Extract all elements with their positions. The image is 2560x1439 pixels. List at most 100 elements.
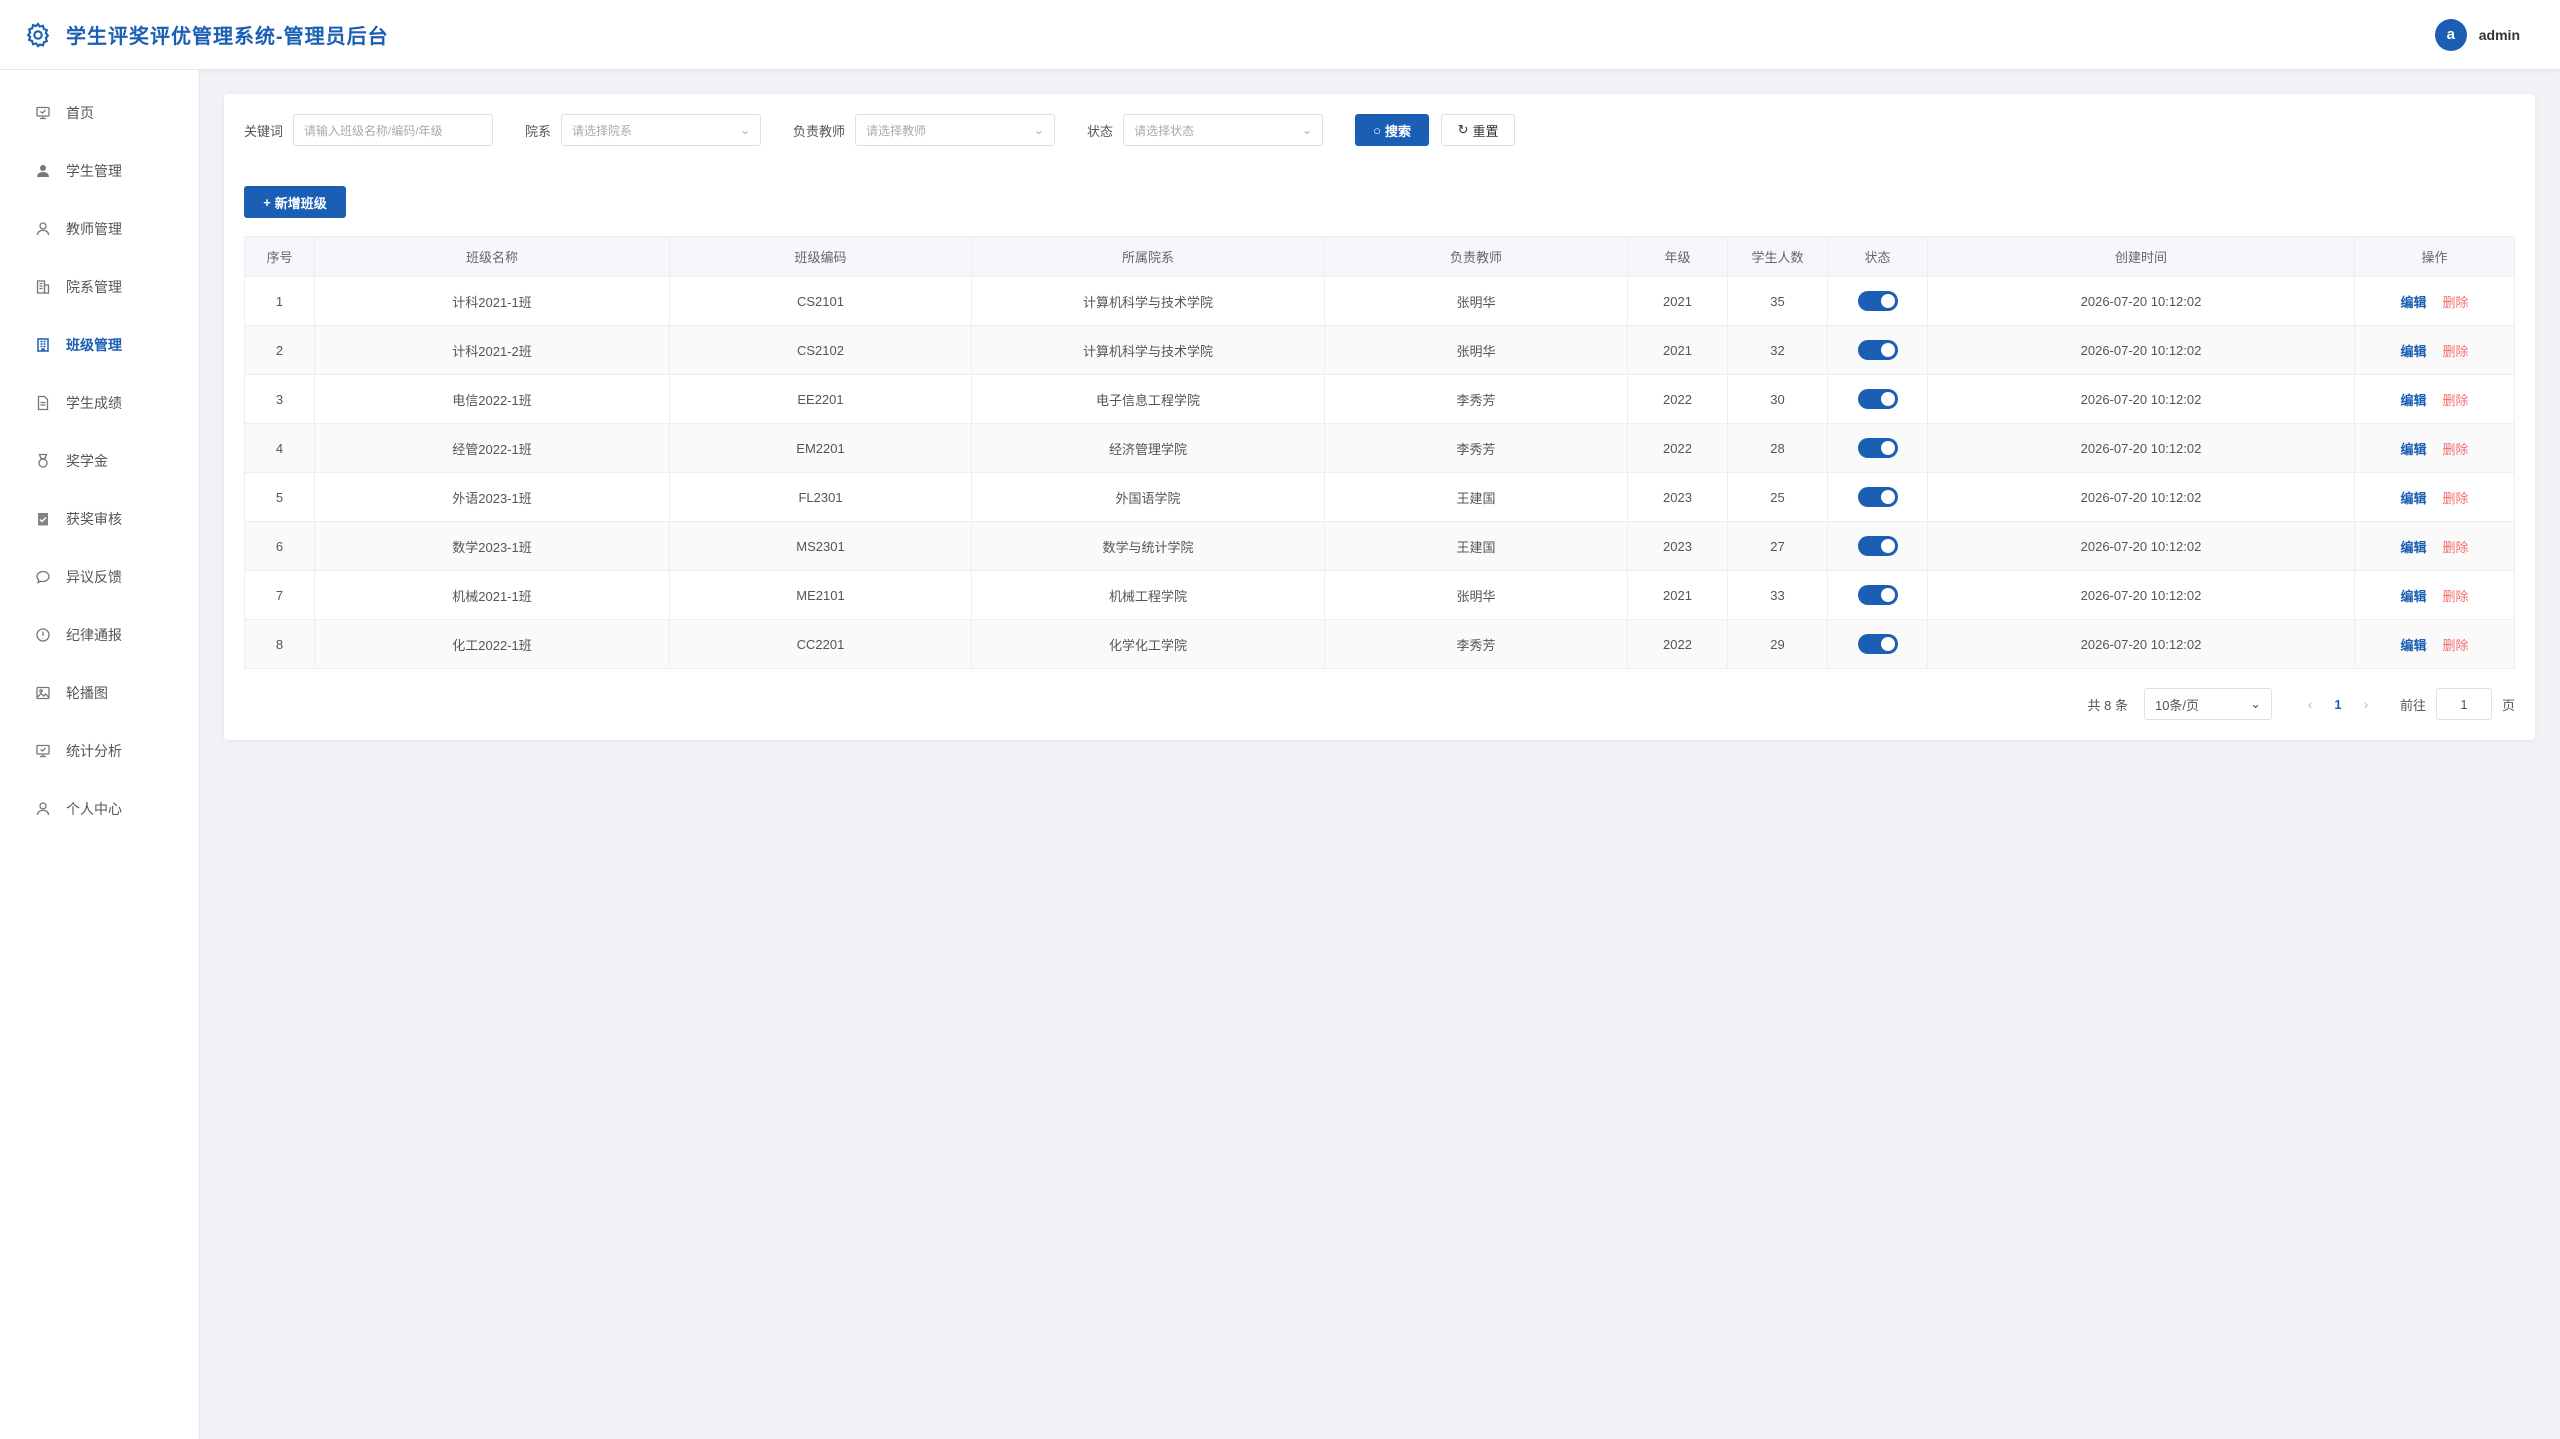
cell-created: 2026-07-20 10:12:02 [1927, 619, 2355, 669]
avatar[interactable]: a [2434, 18, 2467, 51]
status-toggle[interactable] [1857, 634, 1898, 654]
cell-status [1827, 374, 1928, 424]
prev-page-icon[interactable]: ‹ [2296, 696, 2324, 712]
cell-status [1827, 619, 1928, 669]
cell-teacher: 张明华 [1324, 276, 1628, 326]
cell-actions: 编辑 删除 [2354, 276, 2515, 326]
user-menu[interactable]: a admin [2434, 18, 2520, 51]
column-header: 所属院系 [971, 236, 1325, 277]
reset-button[interactable]: ↻ 重置 [1441, 114, 1516, 146]
refresh-icon: ↻ [1457, 122, 1469, 137]
sidebar-item-teachers[interactable]: 教师管理 [0, 200, 199, 258]
cell-count: 25 [1727, 472, 1828, 522]
status-toggle[interactable] [1857, 438, 1898, 458]
cell-actions: 编辑 删除 [2354, 374, 2515, 424]
delete-link[interactable]: 删除 [2443, 344, 2469, 359]
sidebar-item-home[interactable]: 首页 [0, 84, 199, 142]
status-toggle[interactable] [1857, 291, 1898, 311]
teacher-select[interactable]: 请选择教师 ⌄ [855, 114, 1056, 146]
sidebar-item-students[interactable]: 学生管理 [0, 142, 199, 200]
cell-actions: 编辑 删除 [2354, 619, 2515, 669]
cell-code: EM2201 [669, 423, 972, 473]
edit-link[interactable]: 编辑 [2400, 393, 2426, 408]
table-row: 7 机械2021-1班 ME2101 机械工程学院 张明华 2021 33 20… [244, 570, 2515, 620]
user-icon [34, 800, 52, 818]
cell-code: CC2201 [669, 619, 972, 669]
next-page-icon[interactable]: › [2352, 696, 2380, 712]
search-button[interactable]: ○ 搜索 [1355, 114, 1430, 146]
sidebar-item-scores[interactable]: 学生成绩 [0, 374, 199, 432]
edit-link[interactable]: 编辑 [2400, 540, 2426, 555]
cell-teacher: 李秀芳 [1324, 423, 1628, 473]
status-toggle[interactable] [1857, 389, 1898, 409]
username[interactable]: admin [2479, 27, 2520, 43]
filter-bar: 关键词 请输入班级名称/编码/年级 院系 请选择院系 ⌄ 负责教师 请选择教师 … [244, 114, 1516, 146]
sidebar-item-carousel[interactable]: 轮播图 [0, 664, 199, 722]
status-toggle[interactable] [1857, 536, 1898, 556]
status-select[interactable]: 请选择状态 ⌄ [1123, 114, 1324, 146]
sidebar-item-departments[interactable]: 院系管理 [0, 258, 199, 316]
table-row: 5 外语2023-1班 FL2301 外国语学院 王建国 2023 25 202… [244, 472, 2515, 522]
cell-grade: 2023 [1627, 521, 1728, 571]
goto-page-input[interactable] [2435, 688, 2492, 720]
edit-link[interactable]: 编辑 [2400, 344, 2426, 359]
cell-count: 30 [1727, 374, 1828, 424]
keyword-input[interactable]: 请输入班级名称/编码/年级 [293, 114, 494, 146]
cell-count: 27 [1727, 521, 1828, 571]
add-class-button[interactable]: + 新增班级 [244, 186, 346, 218]
cell-grade: 2022 [1627, 619, 1728, 669]
sidebar-item-label: 学生成绩 [66, 395, 122, 411]
edit-link[interactable]: 编辑 [2400, 442, 2426, 457]
edit-link[interactable]: 编辑 [2400, 638, 2426, 653]
cell-grade: 2022 [1627, 374, 1728, 424]
gear-icon [24, 21, 52, 49]
sidebar-item-feedback[interactable]: 异议反馈 [0, 548, 199, 606]
cell-grade: 2023 [1627, 472, 1728, 522]
delete-link[interactable]: 删除 [2443, 393, 2469, 408]
table-row: 1 计科2021-1班 CS2101 计算机科学与技术学院 张明华 2021 3… [244, 276, 2515, 326]
table-row: 8 化工2022-1班 CC2201 化学化工学院 李秀芳 2022 29 20… [244, 619, 2515, 669]
delete-link[interactable]: 删除 [2443, 295, 2469, 310]
cell-code: FL2301 [669, 472, 972, 522]
table-row: 3 电信2022-1班 EE2201 电子信息工程学院 李秀芳 2022 30 … [244, 374, 2515, 424]
status-toggle[interactable] [1857, 585, 1898, 605]
cell-code: CS2101 [669, 276, 972, 326]
edit-link[interactable]: 编辑 [2400, 589, 2426, 604]
brand: 学生评奖评优管理系统-管理员后台 [24, 20, 389, 49]
cell-created: 2026-07-20 10:12:02 [1927, 374, 2355, 424]
edit-link[interactable]: 编辑 [2400, 295, 2426, 310]
plus-icon: + [263, 194, 271, 210]
delete-link[interactable]: 删除 [2443, 589, 2469, 604]
status-toggle[interactable] [1857, 340, 1898, 360]
user-icon [34, 220, 52, 238]
cell-status [1827, 276, 1928, 326]
sidebar-item-statistics[interactable]: 统计分析 [0, 722, 199, 780]
sidebar-item-discipline[interactable]: 纪律通报 [0, 606, 199, 664]
sidebar-item-award-review[interactable]: 获奖审核 [0, 490, 199, 548]
sidebar-item-label: 异议反馈 [66, 569, 122, 585]
dept-select[interactable]: 请选择院系 ⌄ [561, 114, 762, 146]
page-size-select[interactable]: 10条/页 ⌄ [2143, 688, 2272, 720]
cell-no: 1 [244, 276, 315, 326]
delete-link[interactable]: 删除 [2443, 491, 2469, 506]
monitor-icon [34, 742, 52, 760]
sidebar-item-scholarship[interactable]: 奖学金 [0, 432, 199, 490]
page-number[interactable]: 1 [2324, 697, 2352, 712]
cell-dept: 经济管理学院 [971, 423, 1325, 473]
search-icon: ○ [1373, 122, 1381, 138]
edit-link[interactable]: 编辑 [2400, 491, 2426, 506]
keyword-placeholder: 请输入班级名称/编码/年级 [304, 123, 443, 138]
delete-link[interactable]: 删除 [2443, 540, 2469, 555]
delete-link[interactable]: 删除 [2443, 442, 2469, 457]
cell-teacher: 王建国 [1324, 521, 1628, 571]
chat-icon [34, 568, 52, 586]
warning-icon [34, 626, 52, 644]
column-header: 班级编码 [669, 236, 972, 277]
delete-link[interactable]: 删除 [2443, 638, 2469, 653]
cell-grade: 2021 [1627, 276, 1728, 326]
sidebar-item-classes[interactable]: 班级管理 [0, 316, 199, 374]
column-header: 年级 [1627, 236, 1728, 277]
sidebar-item-profile[interactable]: 个人中心 [0, 780, 199, 838]
cell-no: 4 [244, 423, 315, 473]
status-toggle[interactable] [1857, 487, 1898, 507]
